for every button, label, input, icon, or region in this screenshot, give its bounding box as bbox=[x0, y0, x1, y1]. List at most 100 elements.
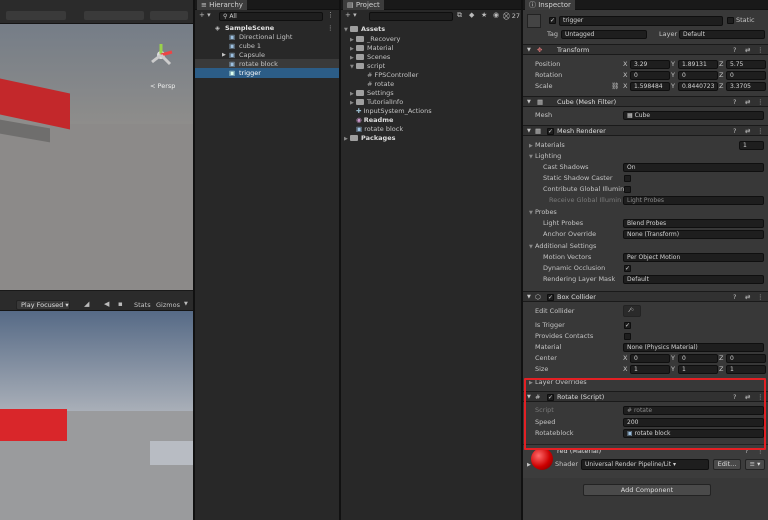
vector-field[interactable]: 1 bbox=[678, 365, 718, 374]
tag-dropdown[interactable]: Untagged bbox=[561, 30, 647, 39]
vector-field[interactable]: 0 bbox=[678, 354, 718, 363]
vector-field[interactable]: 1.598484 bbox=[630, 82, 670, 91]
settings-icon[interactable]: ⋮ bbox=[327, 11, 334, 20]
help-icon[interactable]: ? bbox=[733, 46, 736, 55]
audio-icon[interactable]: ◢ bbox=[84, 300, 89, 309]
axis-label[interactable]: Z bbox=[719, 60, 723, 69]
component-enabled-checkbox[interactable]: ✓ bbox=[547, 128, 554, 135]
tab-project[interactable]: ▤ Project bbox=[343, 0, 384, 10]
vector-field[interactable]: 1.89131 bbox=[678, 60, 718, 69]
vector-field[interactable]: 0 bbox=[678, 71, 718, 80]
active-checkbox[interactable]: ✓ bbox=[549, 17, 556, 24]
vector-field[interactable]: 1 bbox=[630, 365, 670, 374]
component-enabled-checkbox[interactable]: ✓ bbox=[547, 294, 554, 301]
axis-label[interactable]: X bbox=[623, 354, 627, 363]
preset-icon[interactable]: ⇄ bbox=[745, 127, 750, 136]
help-icon[interactable]: ? bbox=[733, 127, 736, 136]
gizmos-button[interactable]: Gizmos bbox=[156, 301, 180, 310]
rendering-layer-dropdown[interactable]: Default bbox=[623, 275, 764, 284]
collapse-arrow-icon[interactable]: ▼ bbox=[527, 98, 531, 107]
chevron-down-icon[interactable]: ▼ bbox=[184, 300, 188, 309]
game-view[interactable]: Play Focused ▾ ◢ ◀ ▪ Stats Gizmos ▼ bbox=[0, 291, 193, 520]
axis-label[interactable]: X bbox=[623, 82, 627, 91]
expand-arrow-icon[interactable]: ▶ bbox=[527, 461, 531, 470]
vector-field[interactable]: 0 bbox=[630, 354, 670, 363]
vector-field[interactable]: 0 bbox=[726, 354, 766, 363]
hierarchy-search-input[interactable]: ⚲ All bbox=[219, 12, 323, 21]
vector-field[interactable]: 0 bbox=[630, 71, 670, 80]
light-probes-dropdown[interactable]: Blend Probes bbox=[623, 219, 764, 228]
red-block-game[interactable] bbox=[0, 409, 67, 441]
axis-label[interactable]: Y bbox=[671, 365, 675, 374]
filter-type-icon[interactable]: ⧉ bbox=[457, 11, 462, 20]
physics-material-field[interactable]: None (Physics Material) bbox=[623, 343, 764, 352]
vector-field[interactable]: 1 bbox=[726, 365, 766, 374]
mesh-filter-header[interactable]: ▼ ▦ Cube (Mesh Filter) ? ⇄ ⋮ bbox=[523, 96, 768, 107]
menu-icon[interactable]: ⋮ bbox=[757, 98, 764, 107]
tab-inspector[interactable]: ⓘ Inspector bbox=[525, 0, 575, 10]
play-focused-dropdown[interactable]: Play Focused ▾ bbox=[16, 300, 70, 310]
static-shadow-caster-checkbox[interactable] bbox=[624, 175, 631, 182]
shader-options-button[interactable]: ≡ ▾ bbox=[745, 459, 765, 470]
static-checkbox[interactable] bbox=[727, 17, 734, 24]
collapse-arrow-icon[interactable]: ▼ bbox=[527, 293, 531, 302]
transform-header[interactable]: ▼ ✥ Transform ? ⇄ ⋮ bbox=[523, 44, 768, 55]
anchor-override-field[interactable]: None (Transform) bbox=[623, 230, 764, 239]
axis-label[interactable]: Z bbox=[719, 365, 723, 374]
project-search-input[interactable] bbox=[369, 12, 453, 21]
preset-icon[interactable]: ⇄ bbox=[745, 293, 750, 302]
object-name-field[interactable]: trigger bbox=[559, 16, 723, 26]
add-component-button[interactable]: Add Component bbox=[583, 484, 711, 496]
vector-field[interactable]: 3.3705 bbox=[726, 82, 766, 91]
menu-icon[interactable]: ⋮ bbox=[757, 293, 764, 302]
scene-view-options[interactable] bbox=[84, 11, 144, 20]
menu-icon[interactable]: ⋮ bbox=[757, 127, 764, 136]
is-trigger-checkbox[interactable]: ✓ bbox=[624, 322, 631, 329]
link-icon[interactable]: ⛓ bbox=[611, 82, 619, 91]
add-icon[interactable]: + ▾ bbox=[199, 11, 211, 20]
help-icon[interactable]: ? bbox=[733, 98, 736, 107]
dynamic-occlusion-checkbox[interactable]: ✓ bbox=[624, 265, 631, 272]
mute-icon[interactable]: ◀ bbox=[104, 300, 109, 309]
collapse-arrow-icon[interactable]: ▼ bbox=[527, 46, 531, 55]
filter-label-icon[interactable]: ◆ bbox=[469, 11, 474, 20]
motion-vectors-dropdown[interactable]: Per Object Motion bbox=[623, 253, 764, 262]
persp-label[interactable]: < Persp bbox=[150, 82, 175, 91]
mesh-field[interactable]: ▦ Cube bbox=[623, 111, 764, 120]
vector-field[interactable]: 0 bbox=[726, 71, 766, 80]
shader-dropdown[interactable]: Universal Render Pipeline/Lit ▾ bbox=[581, 459, 709, 470]
camera-icon[interactable]: ▪ bbox=[118, 300, 123, 309]
edit-shader-button[interactable]: Edit... bbox=[713, 459, 741, 470]
folder-assets[interactable]: ▼ Assets bbox=[341, 24, 521, 34]
edit-collider-button[interactable]: ⁄◦ bbox=[623, 305, 641, 317]
collapse-arrow-icon[interactable]: ▼ bbox=[527, 127, 531, 136]
axis-label[interactable]: X bbox=[623, 71, 627, 80]
axis-label[interactable]: Z bbox=[719, 71, 723, 80]
axis-label[interactable]: X bbox=[623, 60, 627, 69]
hierarchy-item-selected[interactable]: ▣ trigger bbox=[195, 68, 339, 78]
axis-label[interactable]: Y bbox=[671, 82, 675, 91]
box-collider-header[interactable]: ▼ ⬡ ✓ Box Collider ? ⇄ ⋮ bbox=[523, 291, 768, 302]
stats-button[interactable]: Stats bbox=[134, 301, 151, 310]
axis-label[interactable]: Y bbox=[671, 354, 675, 363]
vector-field[interactable]: 0.8440723 bbox=[678, 82, 718, 91]
folder-packages[interactable]: ▶ Packages bbox=[341, 133, 521, 143]
axis-label[interactable]: Y bbox=[671, 60, 675, 69]
contribute-gi-checkbox[interactable] bbox=[624, 186, 631, 193]
menu-icon[interactable]: ⋮ bbox=[757, 46, 764, 55]
preset-icon[interactable]: ⇄ bbox=[745, 98, 750, 107]
axis-label[interactable]: Z bbox=[719, 82, 723, 91]
favorite-icon[interactable]: ★ bbox=[481, 11, 487, 20]
layer-dropdown[interactable]: Default bbox=[679, 30, 765, 39]
scene-view[interactable]: < Persp bbox=[0, 0, 193, 290]
add-icon[interactable]: + ▾ bbox=[345, 11, 357, 20]
tab-hierarchy[interactable]: ≡ Hierarchy bbox=[197, 0, 247, 10]
vector-field[interactable]: 5.75 bbox=[726, 60, 766, 69]
scene-tools-group[interactable] bbox=[6, 11, 66, 20]
cast-shadows-dropdown[interactable]: On bbox=[623, 163, 764, 172]
preset-icon[interactable]: ⇄ bbox=[745, 46, 750, 55]
axis-label[interactable]: Y bbox=[671, 71, 675, 80]
provides-contacts-checkbox[interactable] bbox=[624, 333, 631, 340]
materials-count-field[interactable]: 1 bbox=[739, 141, 764, 150]
orientation-gizmo-icon[interactable] bbox=[148, 42, 174, 68]
